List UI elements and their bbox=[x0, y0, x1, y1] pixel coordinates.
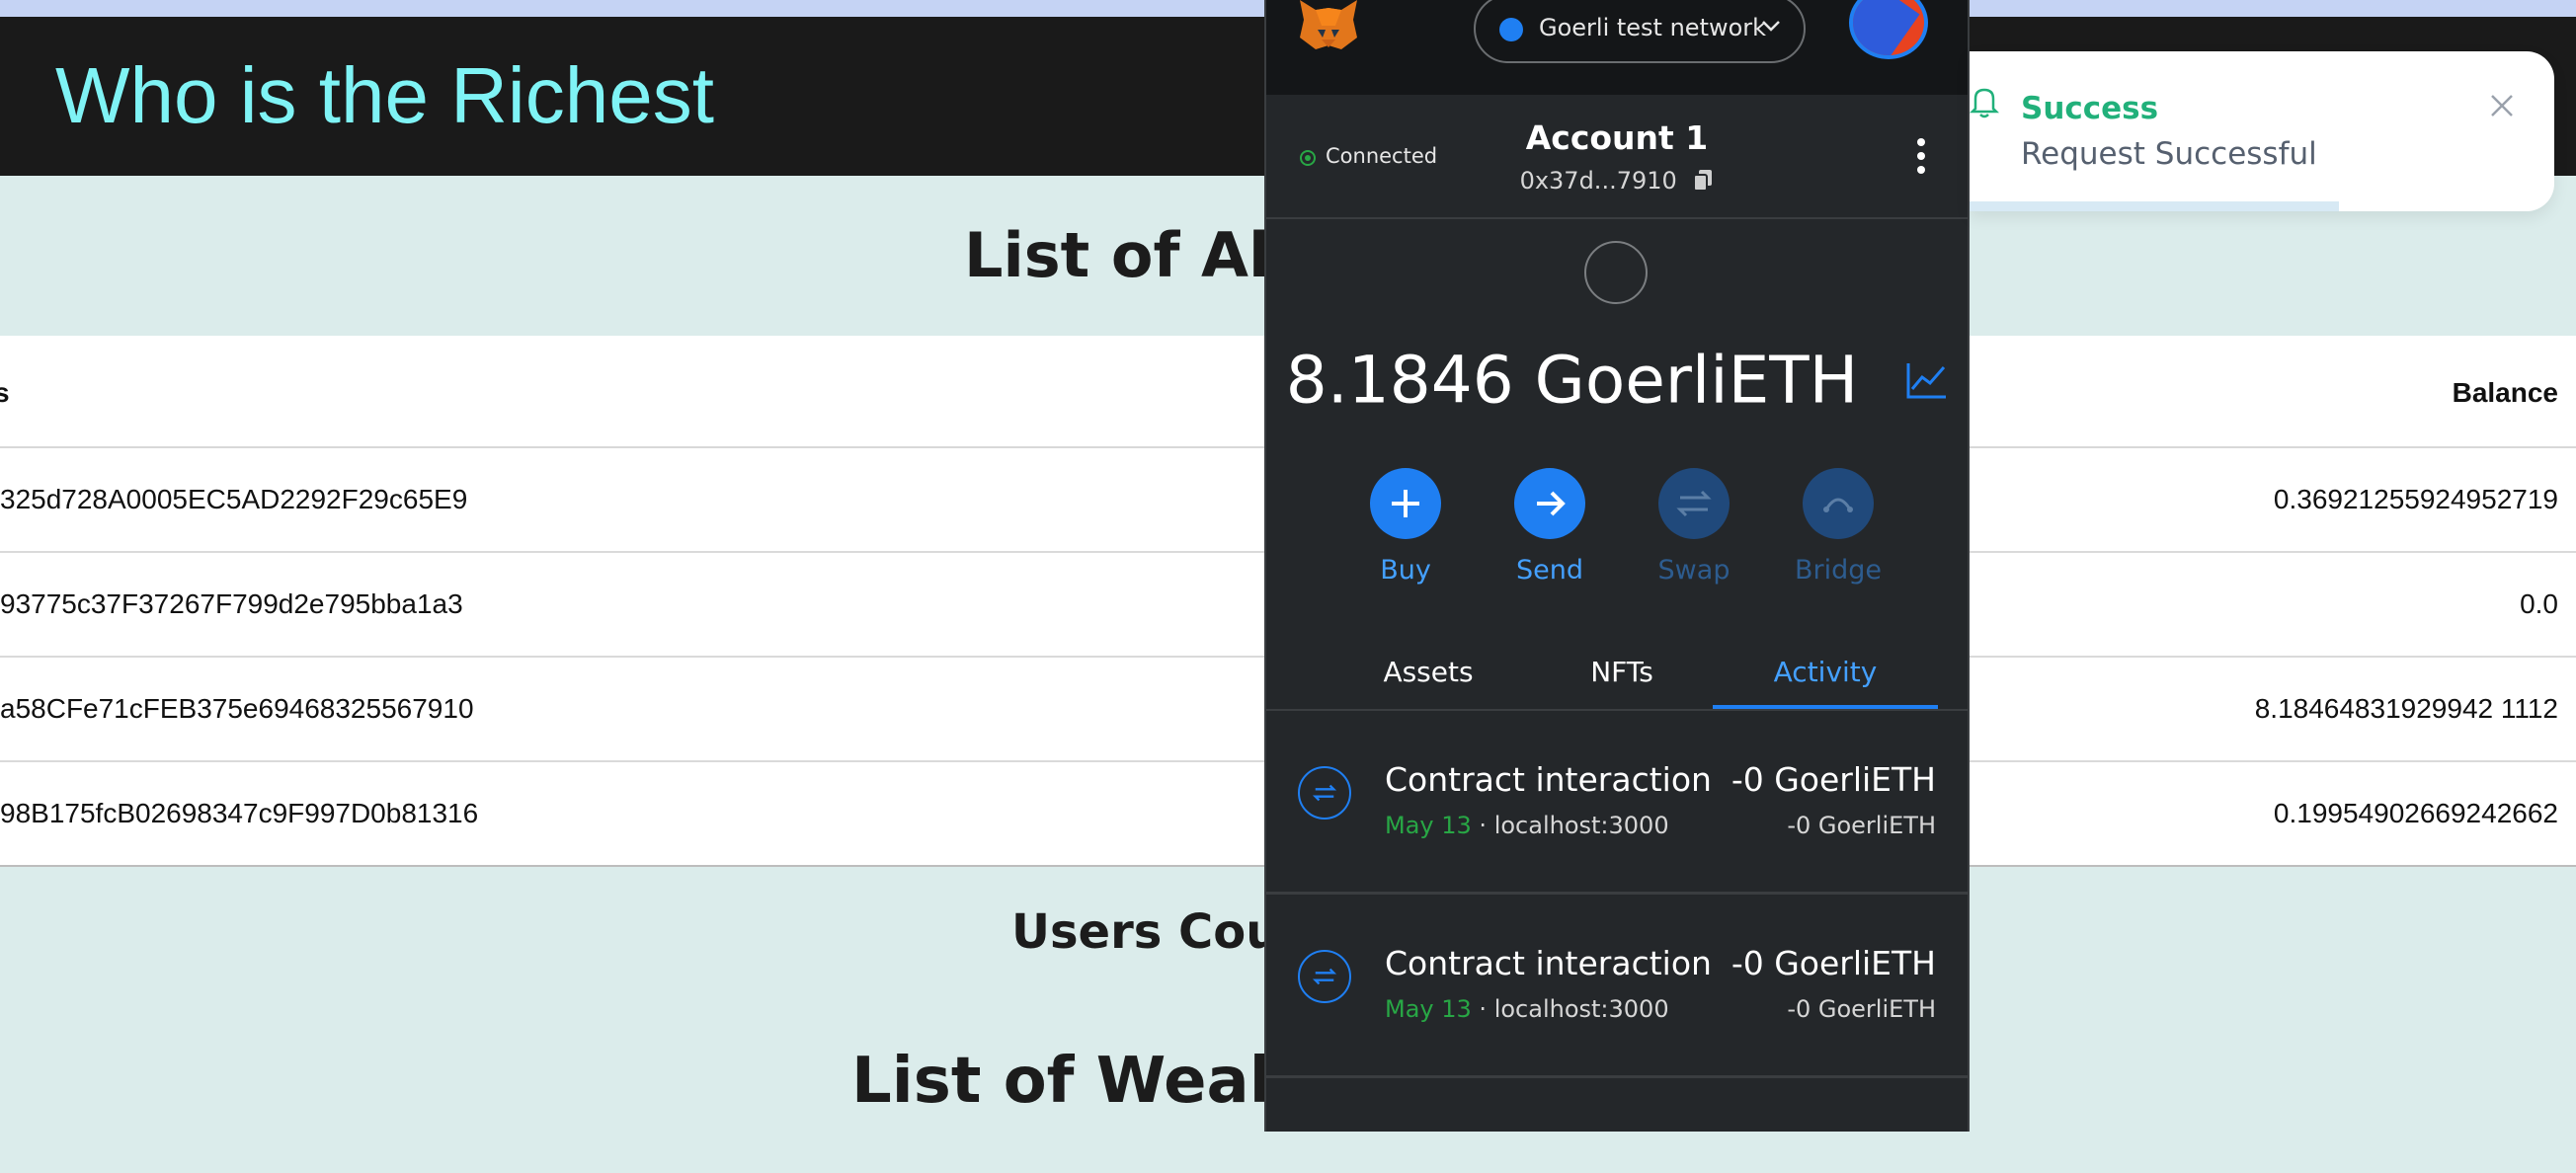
activity-origin: localhost:3000 bbox=[1493, 995, 1669, 1023]
activity-amount: -0 GoerliETH bbox=[1731, 944, 1936, 982]
activity-date: May 13 bbox=[1385, 812, 1472, 839]
account-identicon bbox=[1584, 241, 1648, 304]
tab-nfts[interactable]: NFTs bbox=[1563, 656, 1681, 688]
buy-label: Buy bbox=[1380, 555, 1431, 586]
activity-item[interactable]: Contract interaction May 13 · localhost:… bbox=[1266, 895, 1968, 1078]
copy-icon[interactable] bbox=[1692, 169, 1714, 193]
toast-message: Request Successful bbox=[2021, 136, 2317, 172]
user-balance: 0.0 bbox=[2520, 588, 2558, 619]
chevron-down-icon bbox=[1762, 21, 1780, 32]
account-bar: Connected Account 1 0x37d...7910 bbox=[1266, 95, 1968, 219]
arrow-right-icon bbox=[1537, 491, 1566, 516]
activity-title: Contract interaction bbox=[1385, 944, 1712, 982]
activity-date: May 13 bbox=[1385, 995, 1472, 1023]
account-name: Account 1 bbox=[1525, 118, 1709, 157]
bridge-icon bbox=[1823, 498, 1853, 512]
activity-item[interactable]: Contract interaction May 13 · localhost:… bbox=[1266, 711, 1968, 895]
bell-icon bbox=[1970, 88, 1999, 118]
activity-separator: · bbox=[1471, 995, 1494, 1023]
account-avatar[interactable] bbox=[1849, 0, 1928, 59]
active-tab-indicator bbox=[1713, 705, 1938, 709]
user-balance: 8.18464831929942 1112 bbox=[2254, 693, 2558, 724]
balance-column-header: Balance bbox=[2452, 377, 2558, 408]
toast-title: Success bbox=[2021, 91, 2159, 126]
contract-interaction-icon bbox=[1298, 766, 1351, 820]
address-column-header: s bbox=[0, 377, 10, 408]
tab-assets[interactable]: Assets bbox=[1359, 656, 1497, 688]
balance-amount: 8.1846 bbox=[1285, 342, 1514, 419]
activity-title: Contract interaction bbox=[1385, 760, 1712, 799]
wallet-actions: Buy Send Swap Bridge bbox=[1351, 468, 1904, 586]
network-selector[interactable]: Goerli test network bbox=[1474, 0, 1806, 63]
user-address: 93775c37F37267F799d2e795bba1a3 bbox=[0, 588, 463, 619]
user-address: 325d728A0005EC5AD2292F29c65E9 bbox=[0, 484, 468, 514]
swap-icon bbox=[1676, 490, 1712, 517]
plus-icon bbox=[1392, 490, 1419, 517]
activity-separator: · bbox=[1471, 812, 1494, 839]
account-address-row[interactable]: 0x37d...7910 bbox=[1266, 166, 1968, 195]
network-status-icon bbox=[1499, 18, 1523, 41]
user-address: a58CFe71cFEB375e69468325567910 bbox=[0, 693, 474, 724]
send-button[interactable]: Send bbox=[1495, 468, 1604, 586]
app-title: Who is the Richest bbox=[55, 51, 714, 139]
tab-activity[interactable]: Activity bbox=[1713, 656, 1938, 688]
user-balance: 0.19954902669242662 bbox=[2273, 798, 2558, 828]
activity-amount-secondary: -0 GoerliETH bbox=[1787, 812, 1936, 839]
activity-origin: localhost:3000 bbox=[1493, 812, 1669, 839]
activity-subtitle: May 13 · localhost:3000 bbox=[1385, 995, 1669, 1023]
swap-button[interactable]: Swap bbox=[1640, 468, 1748, 586]
contract-interaction-icon bbox=[1298, 950, 1351, 1003]
portfolio-chart-icon[interactable] bbox=[1904, 359, 1948, 401]
balance-unit: GoerliETH bbox=[1534, 342, 1859, 419]
activity-amount: -0 GoerliETH bbox=[1731, 760, 1936, 799]
user-address: 98B175fcB02698347c9F997D0b81316 bbox=[0, 798, 479, 828]
success-toast: Success Request Successful bbox=[1970, 51, 2554, 211]
wallet-balance: 8.1846 GoerliETH bbox=[1266, 338, 1968, 418]
toast-progress-bar bbox=[1970, 201, 2339, 211]
account-address: 0x37d...7910 bbox=[1519, 167, 1677, 195]
activity-amount-secondary: -0 GoerliETH bbox=[1787, 995, 1936, 1023]
network-label: Goerli test network bbox=[1539, 14, 1767, 41]
swap-label: Swap bbox=[1657, 555, 1731, 586]
bridge-button[interactable]: Bridge bbox=[1784, 468, 1892, 586]
metamask-fox-icon[interactable] bbox=[1296, 0, 1361, 53]
account-options-icon[interactable] bbox=[1916, 138, 1926, 176]
activity-subtitle: May 13 · localhost:3000 bbox=[1385, 812, 1669, 839]
wallet-top-bar: Goerli test network bbox=[1266, 0, 1968, 95]
close-icon[interactable] bbox=[2489, 93, 2515, 118]
wallet-popup: Goerli test network Connected Account 1 … bbox=[1264, 0, 1970, 1132]
wallet-tabs: Assets NFTs Activity bbox=[1266, 636, 1968, 711]
bridge-label: Bridge bbox=[1794, 555, 1882, 586]
user-balance: 0.36921255924952719 bbox=[2273, 484, 2558, 514]
send-label: Send bbox=[1515, 555, 1583, 586]
buy-button[interactable]: Buy bbox=[1351, 468, 1460, 586]
